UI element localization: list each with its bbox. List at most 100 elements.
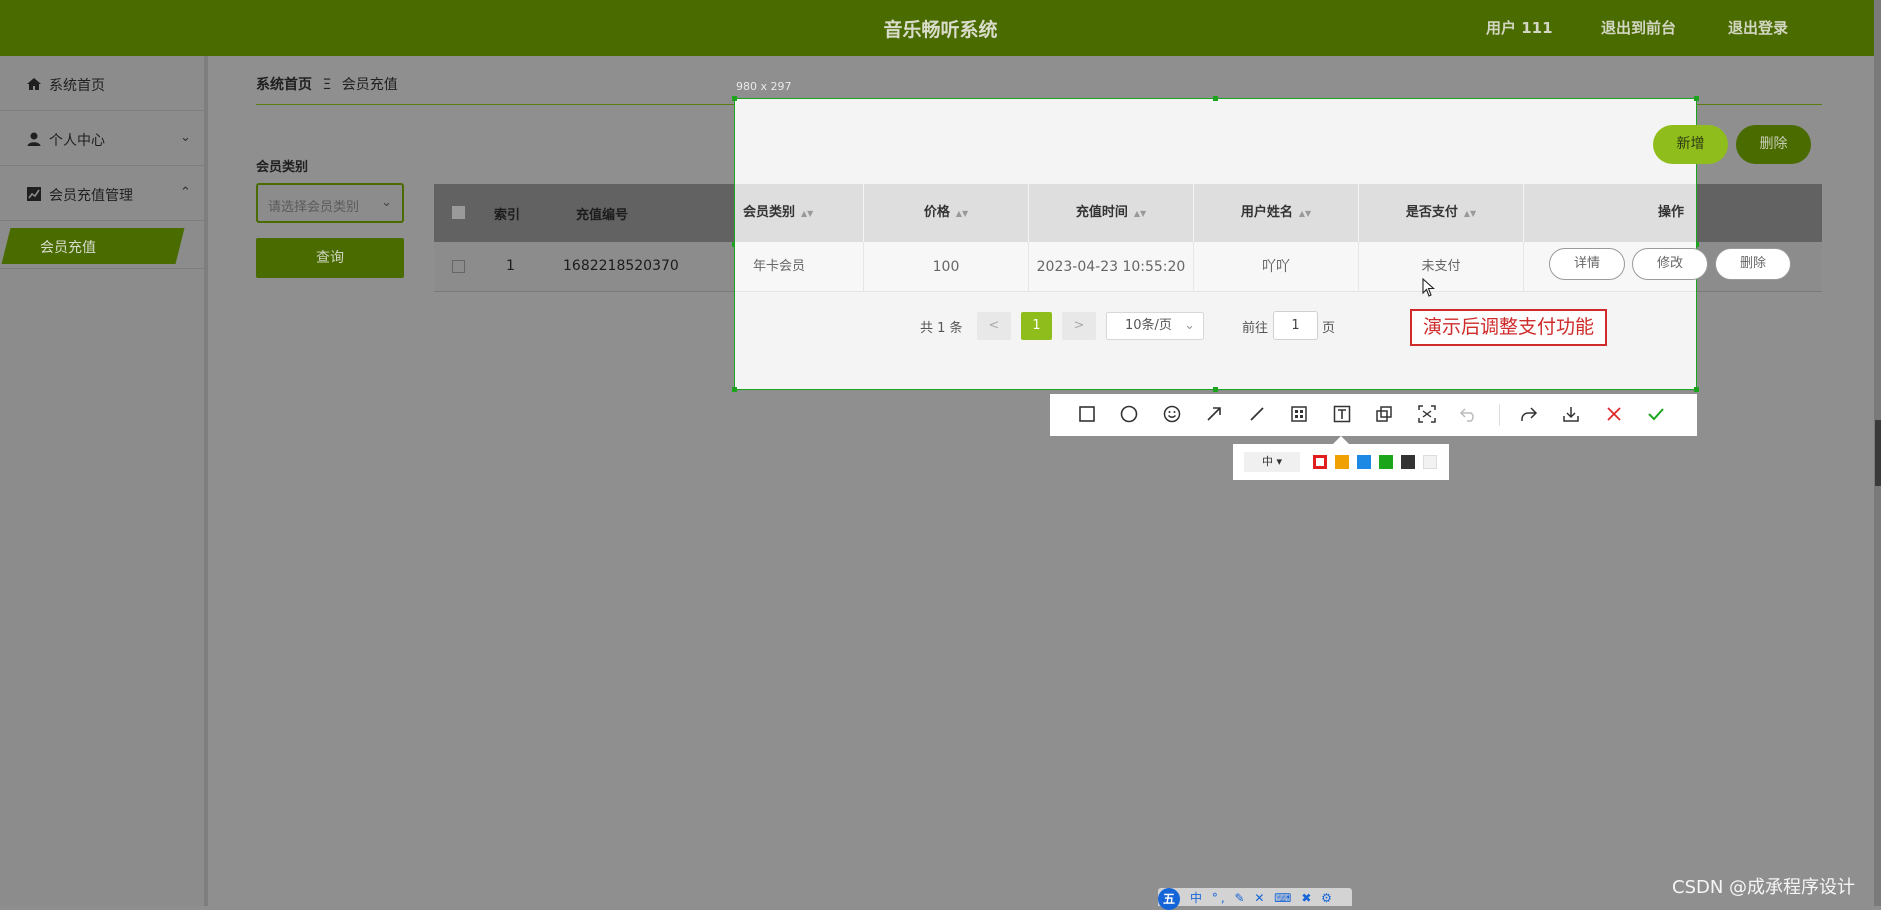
query-button[interactable]: 查询 [256,238,404,278]
copy-icon[interactable] [1373,403,1395,425]
ellipse-icon[interactable] [1118,403,1140,425]
pagination-prev[interactable]: < [977,312,1011,340]
sidebar-item-label: 系统首页 [49,78,105,94]
chevron-down-icon: ⌄ [381,195,392,210]
breadcrumb-separator: Ξ [322,77,332,93]
sidebar-item-personal[interactable]: 个人中心 ⌄ [0,112,208,166]
cell-username: 吖吖 [1194,242,1359,292]
sidebar-item-label: 会员充值管理 [49,188,133,204]
user-menu[interactable]: 用户 111 [1486,17,1553,38]
table-header: 会员类别 ▲▼ 价格 ▲▼ 充值时间 ▲▼ 用户姓名 ▲▼ 是否支付 ▲▼ 操作 [735,184,1696,242]
sort-icon: ▲▼ [1463,209,1477,218]
pagination-current-page[interactable]: 1 [1021,312,1052,340]
breadcrumb: 系统首页 Ξ 会员充值 [256,74,398,94]
home-icon [27,78,41,90]
header-recharge-time[interactable]: 充值时间 ▲▼ [1029,184,1194,242]
ocr-icon[interactable] [1416,403,1438,425]
user-icon [27,132,41,146]
row-checkbox[interactable] [452,260,465,273]
sort-icon: ▲▼ [801,209,814,218]
resize-handle[interactable] [732,387,737,392]
ime-tools[interactable]: 中 °, ✎ ✕ ⌨ ✖ ⚙ [1190,889,1335,906]
app-title: 音乐畅听系统 [883,19,998,41]
select-all-checkbox[interactable] [452,206,465,219]
line-icon[interactable] [1246,403,1268,425]
color-swatch-black[interactable] [1401,455,1415,469]
add-button[interactable]: 新增 [1653,125,1728,164]
resize-handle[interactable] [1213,387,1218,392]
color-swatch-orange[interactable] [1335,455,1349,469]
text-icon[interactable] [1331,403,1353,425]
color-swatch-red[interactable] [1313,455,1327,469]
delete-button[interactable]: 删除 [1736,125,1811,164]
watermark: CSDN @成承程序设计 [1672,877,1856,898]
scrollbar-thumb[interactable] [1875,420,1881,486]
row-delete-button[interactable]: 删除 [1715,248,1791,280]
sort-icon: ▲▼ [1133,209,1147,218]
chart-icon [27,187,41,201]
logout-link[interactable]: 退出登录 [1728,17,1788,38]
pagination-next[interactable]: > [1062,312,1096,340]
header-actions: 操作 [1657,205,1684,220]
pagination-page-suffix: 页 [1322,321,1336,336]
emoji-icon[interactable] [1161,403,1183,425]
resize-handle[interactable] [1694,96,1699,101]
filter-label: 会员类别 [256,160,309,175]
breadcrumb-current: 会员充值 [341,77,398,93]
breadcrumb-home[interactable]: 系统首页 [256,77,312,93]
header-member-type[interactable]: 会员类别 ▲▼ [735,184,864,242]
color-swatch-green[interactable] [1379,455,1393,469]
header-price[interactable]: 价格 ▲▼ [864,184,1029,242]
color-swatch-white[interactable] [1423,455,1437,469]
toolbar-divider [1499,404,1500,426]
cell-paid-status: 未支付 [1359,242,1524,292]
annotation-text-box[interactable]: 演示后调整支付功能 [1410,309,1607,346]
download-icon[interactable] [1560,403,1582,425]
header-number: 充值编号 [576,208,629,223]
header-index: 索引 [494,208,521,223]
header-username[interactable]: 用户姓名 ▲▼ [1194,184,1359,242]
page-size-select[interactable]: 10条/页 ⌄ [1106,312,1204,340]
member-type-select[interactable]: 请选择会员类别 ⌄ [256,183,404,223]
header-paid[interactable]: 是否支付 ▲▼ [1359,184,1524,242]
palette-caret [1333,436,1349,444]
pagination-total: 共 1 条 [920,321,963,336]
color-swatch-blue[interactable] [1357,455,1371,469]
cancel-icon[interactable] [1603,403,1625,425]
mosaic-icon[interactable] [1288,403,1310,425]
cell-price: 100 [864,242,1029,292]
sidebar-item-recharge-management[interactable]: 会员充值管理 ⌃ [0,167,208,221]
sidebar-item-home[interactable]: 系统首页 [0,57,208,111]
confirm-icon[interactable] [1645,403,1667,425]
sidebar-divider [0,268,208,269]
resize-handle[interactable] [1694,387,1699,392]
sort-icon: ▲▼ [955,209,969,218]
arrow-icon[interactable] [1203,403,1225,425]
chevron-down-icon: ⌄ [180,130,191,145]
exit-to-front-link[interactable]: 退出到前台 [1601,17,1676,38]
resize-handle[interactable] [732,96,737,101]
sidebar-subitem-recharge[interactable]: 会员充值 [40,237,96,257]
brush-size-select[interactable]: 中 ▾ [1244,452,1300,472]
sidebar-item-label: 个人中心 [49,133,105,149]
rectangle-icon[interactable] [1076,403,1098,425]
row-index: 1 [506,258,515,274]
pagination-goto-input[interactable]: 1 [1273,311,1318,340]
pagination-goto-label: 前往 [1242,321,1269,336]
page-size-value: 10条/页 [1125,318,1172,333]
share-icon[interactable] [1518,403,1540,425]
chevron-down-icon: ⌄ [1184,318,1195,333]
ime-logo-icon[interactable]: 五 [1158,888,1180,910]
undo-icon[interactable] [1458,403,1480,425]
mouse-cursor-icon [1422,278,1435,297]
row-number: 1682218520370 [563,258,679,274]
capture-size-label: 980 x 297 [736,80,792,93]
cell-recharge-time: 2023-04-23 10:55:20 [1029,242,1194,292]
cell-member-type: 年卡会员 [735,242,864,292]
select-placeholder: 请选择会员类别 [268,200,360,215]
edit-button[interactable]: 修改 [1632,248,1708,280]
detail-button[interactable]: 详情 [1549,248,1625,280]
chevron-up-icon: ⌃ [180,185,191,200]
sort-icon: ▲▼ [1298,209,1312,218]
resize-handle[interactable] [1213,96,1218,101]
